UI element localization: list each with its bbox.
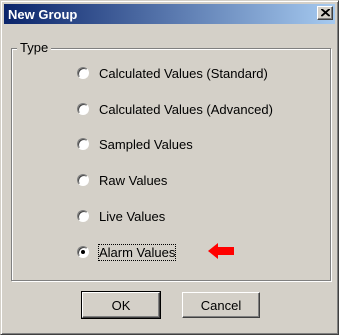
- radio-label: Calculated Values (Standard): [99, 65, 268, 81]
- radio-button-selected[interactable]: [77, 246, 89, 258]
- radio-label: Calculated Values (Advanced): [99, 101, 273, 117]
- type-legend: Type: [17, 40, 52, 56]
- radio-raw-values[interactable]: Raw Values: [77, 170, 167, 190]
- radio-calculated-standard[interactable]: Calculated Values (Standard): [77, 63, 268, 83]
- radio-button[interactable]: [77, 67, 89, 79]
- title-bar[interactable]: New Group: [4, 4, 335, 24]
- radio-sampled-values[interactable]: Sampled Values: [77, 134, 193, 154]
- radio-button[interactable]: [77, 174, 89, 186]
- radio-button[interactable]: [77, 138, 89, 150]
- radio-live-values[interactable]: Live Values: [77, 206, 165, 226]
- window-title: New Group: [8, 7, 78, 22]
- radio-alarm-values[interactable]: Alarm Values: [77, 242, 177, 262]
- new-group-dialog: New Group Type Calculated Values (Standa…: [0, 0, 339, 335]
- radio-label: Alarm Values: [97, 243, 177, 261]
- ok-button[interactable]: OK: [81, 291, 161, 319]
- radio-button[interactable]: [77, 210, 89, 222]
- radio-label: Sampled Values: [99, 136, 193, 152]
- left-arrow-icon: [208, 243, 234, 259]
- cancel-button[interactable]: Cancel: [182, 292, 260, 318]
- radio-button[interactable]: [77, 103, 89, 115]
- radio-label: Raw Values: [99, 172, 168, 188]
- close-button[interactable]: [317, 6, 333, 20]
- radio-calculated-advanced[interactable]: Calculated Values (Advanced): [77, 99, 273, 119]
- radio-label: Live Values: [99, 208, 166, 224]
- close-icon: [321, 9, 330, 17]
